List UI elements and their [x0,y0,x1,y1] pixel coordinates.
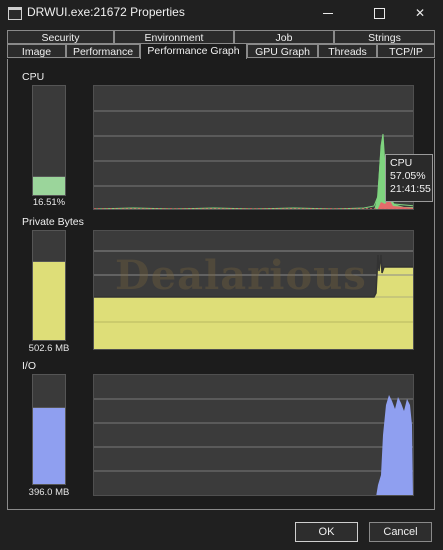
close-icon: ✕ [414,6,426,20]
cpu-value: 16.51% [32,197,66,208]
io-value: 396.0 MB [28,487,70,498]
ok-button[interactable]: OK [295,522,358,542]
tab-security[interactable]: Security [7,30,114,44]
tab-gpu-graph[interactable]: GPU Graph [247,44,318,58]
minimize-button[interactable] [305,0,351,26]
maximize-icon [373,8,385,20]
private-bytes-value: 502.6 MB [28,343,70,354]
tab-environment[interactable]: Environment [114,30,234,44]
tab-tcpip[interactable]: TCP/IP [377,44,435,58]
tab-job[interactable]: Job [234,30,334,44]
io-graph [93,374,414,496]
io-meter-fill [33,406,65,484]
cpu-tooltip: CPU 57.05% 21:41:55 [385,154,433,202]
tab-image[interactable]: Image [7,44,66,58]
cancel-button[interactable]: Cancel [369,522,432,542]
cpu-meter [32,85,66,196]
io-label: I/O [22,360,37,372]
close-button[interactable]: ✕ [397,0,443,26]
tab-threads[interactable]: Threads [318,44,377,58]
cpu-graph [93,85,414,210]
private-bytes-meter-fill [33,260,65,340]
private-bytes-meter [32,230,66,341]
title-bar: DRWUI.exe:21672 Properties ✕ [0,0,443,26]
private-bytes-label: Private Bytes [22,216,84,228]
cpu-meter-fill [33,176,65,195]
minimize-icon [323,13,333,15]
maximize-button[interactable] [356,0,402,26]
window-title: DRWUI.exe:21672 Properties [27,5,185,19]
tooltip-title: CPU [390,157,413,169]
tooltip-value: 57.05% [390,170,426,182]
io-meter [32,374,66,485]
app-icon [8,7,22,20]
cpu-label: CPU [22,71,45,83]
tooltip-time: 21:41:55 [390,183,431,195]
tab-strings[interactable]: Strings [334,30,435,44]
tab-performance[interactable]: Performance [66,44,140,58]
tab-performance-graph[interactable]: Performance Graph [140,43,247,59]
watermark-logo: Dealarious [115,252,367,299]
